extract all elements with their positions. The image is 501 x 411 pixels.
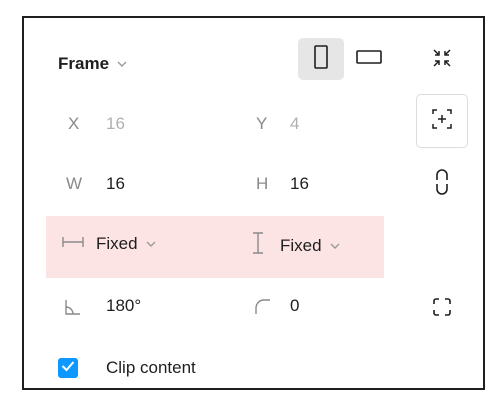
- add-to-frame-button[interactable]: [416, 94, 468, 148]
- independent-corners-icon: [432, 297, 452, 322]
- w-input[interactable]: 16: [106, 174, 125, 194]
- frame-title: Frame: [58, 54, 110, 73]
- chevron-down-icon: [144, 237, 158, 251]
- portrait-frame-icon: [314, 44, 328, 74]
- horizontal-resize-icon: [62, 234, 84, 254]
- landscape-orientation-button[interactable]: [346, 38, 392, 80]
- check-icon: [61, 359, 75, 377]
- corner-radius-input[interactable]: 0: [290, 296, 299, 316]
- chevron-down-icon: [115, 57, 129, 71]
- portrait-orientation-button[interactable]: [298, 38, 344, 80]
- corner-radius-icon: [254, 298, 272, 321]
- collapse-button[interactable]: [424, 44, 460, 76]
- clip-content-checkbox[interactable]: [58, 358, 78, 378]
- independent-corners-button[interactable]: [426, 294, 458, 324]
- clip-content-label[interactable]: Clip content: [106, 358, 196, 378]
- chevron-down-icon: [328, 239, 342, 253]
- link-icon: [435, 168, 449, 200]
- frame-type-dropdown[interactable]: Frame: [58, 52, 129, 76]
- vertical-resizing-value: Fixed: [280, 235, 322, 255]
- horizontal-resizing-dropdown[interactable]: Fixed: [62, 234, 158, 254]
- frame-properties-panel: Frame X 16 Y 4 W 16 H 16 Fixed Fixed 180…: [22, 16, 485, 390]
- vertical-resizing-dropdown[interactable]: Fixed: [252, 232, 342, 259]
- angle-icon: [64, 298, 82, 321]
- constrain-proportions-button[interactable]: [428, 168, 456, 200]
- h-input[interactable]: 16: [290, 174, 309, 194]
- y-label: Y: [256, 114, 268, 133]
- collapse-arrows-icon: [431, 47, 453, 74]
- x-input[interactable]: 16: [106, 114, 125, 134]
- vertical-resize-icon: [252, 232, 264, 259]
- rotation-input[interactable]: 180°: [106, 296, 141, 316]
- horizontal-resizing-value: Fixed: [96, 234, 138, 253]
- landscape-frame-icon: [356, 49, 382, 69]
- x-label: X: [68, 114, 80, 133]
- h-label: H: [256, 174, 269, 193]
- y-input[interactable]: 4: [290, 114, 299, 134]
- w-label: W: [66, 174, 83, 193]
- add-to-frame-icon: [431, 108, 453, 135]
